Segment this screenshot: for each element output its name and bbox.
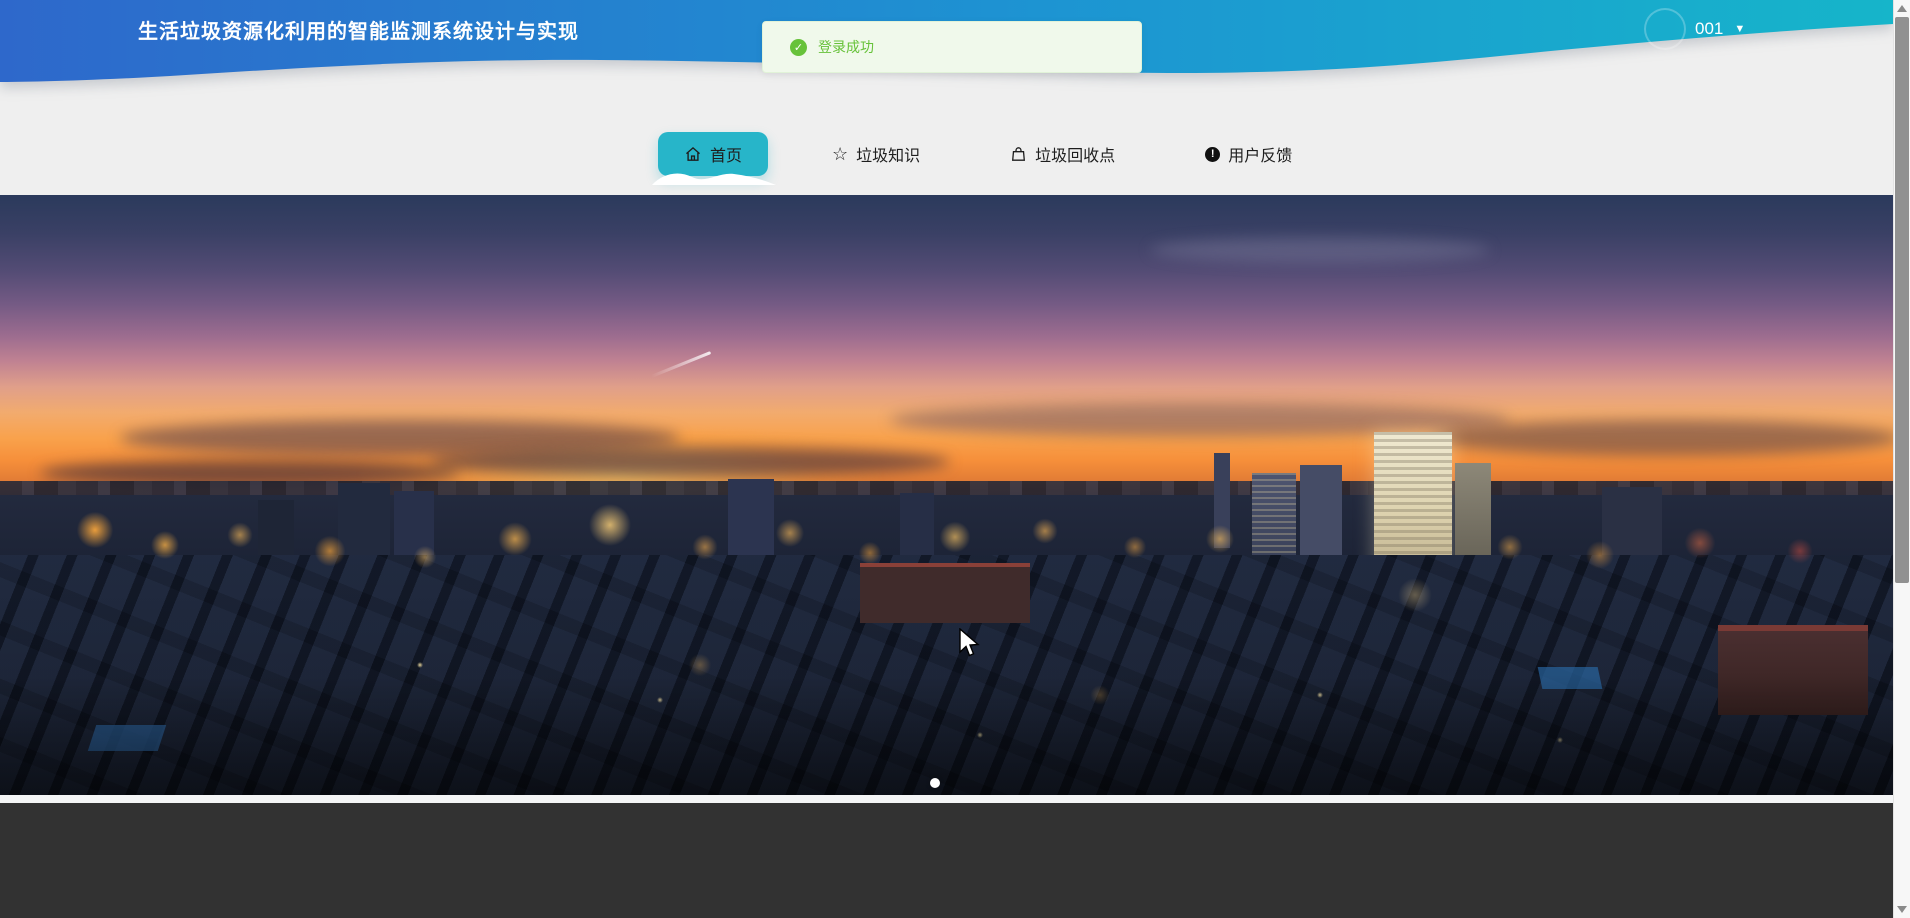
scrollbar-thumb[interactable]: [1895, 17, 1909, 583]
tab-user-feedback[interactable]: ! 用户反馈: [1179, 132, 1318, 176]
success-check-icon: ✓: [790, 38, 807, 56]
tab-garbage-knowledge-label: 垃圾知识: [856, 148, 921, 165]
hero-carousel[interactable]: [0, 195, 1893, 795]
mouse-cursor: [959, 628, 980, 657]
page: 生活垃圾资源化利用的智能监测系统设计与实现 001 ▼ ✓ 登录成功 首页 ☆ …: [0, 0, 1910, 918]
home-icon: [684, 145, 702, 163]
toast-message: 登录成功: [818, 39, 874, 55]
content-divider-strip: [0, 795, 1893, 803]
active-tab-wave: [652, 173, 776, 185]
bottom-vignette: [0, 675, 1893, 795]
scrollbar-down-arrow[interactable]: [1897, 906, 1907, 913]
main-nav: 首页 ☆ 垃圾知识 垃圾回收点 ! 用户反馈: [652, 132, 1318, 185]
user-menu[interactable]: 001 ▼: [1646, 10, 1745, 48]
username-label: 001: [1695, 19, 1724, 38]
alert-icon: !: [1205, 146, 1221, 162]
user-avatar[interactable]: [1646, 10, 1684, 48]
scrollbar[interactable]: [1893, 0, 1910, 918]
tab-recycle-points[interactable]: 垃圾回收点: [984, 132, 1141, 176]
footer: [0, 803, 1893, 918]
star-icon: ☆: [832, 144, 849, 164]
tab-home-label: 首页: [710, 148, 743, 165]
tab-home[interactable]: 首页: [652, 132, 776, 185]
scrollbar-up-arrow[interactable]: [1897, 5, 1907, 12]
carousel-dot-active[interactable]: [930, 778, 940, 788]
page-title: 生活垃圾资源化利用的智能监测系统设计与实现: [138, 21, 579, 43]
login-success-toast: ✓ 登录成功: [762, 21, 1142, 73]
tab-recycle-points-label: 垃圾回收点: [1035, 148, 1116, 165]
bag-icon: [1010, 145, 1027, 163]
tab-garbage-knowledge[interactable]: ☆ 垃圾知识: [806, 132, 946, 176]
tab-user-feedback-label: 用户反馈: [1228, 148, 1293, 165]
chevron-down-icon: ▼: [1734, 22, 1746, 35]
